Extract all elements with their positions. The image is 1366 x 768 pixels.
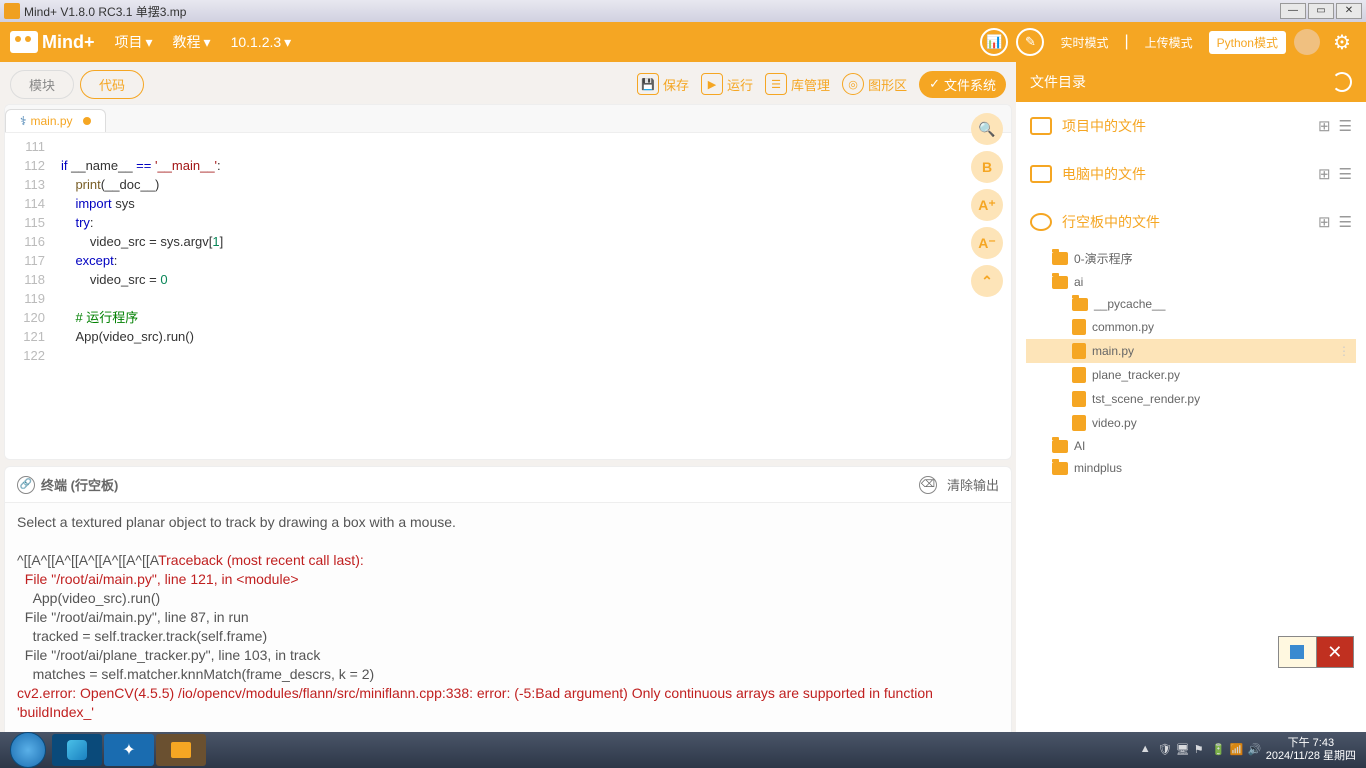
tree-file[interactable]: tst_scene_render.py [1026,387,1356,411]
refresh-icon[interactable] [1332,72,1352,92]
tray-icon[interactable]: 🛡 [1158,743,1172,757]
eraser-icon: ⌫ [919,476,937,494]
window-titlebar: Mind+ V1.8.0 RC3.1 单摆3.mp — ▭ ✕ [0,0,1366,22]
monitor-icon [1030,165,1052,183]
menu-icon[interactable]: ☰ [1339,165,1352,183]
app-icon [4,3,20,19]
tree-file[interactable]: video.py [1026,411,1356,435]
folder-icon [1052,276,1068,289]
code-body[interactable]: if __name__ == '__main__': print(__doc__… [53,133,1011,459]
tray-icon[interactable]: ▲ [1140,743,1154,757]
bold-icon[interactable]: B [971,151,1003,183]
tray-icon[interactable]: 📶 [1230,743,1244,757]
toolbar: 模块 代码 💾保存 ▶运行 ☰库管理 ◎图形区 ✓ 文件系统 [4,66,1012,102]
taskbar-edge[interactable] [52,734,102,766]
dashboard-icon[interactable]: 📊 [980,28,1008,56]
tree-folder[interactable]: 0-演示程序 [1026,246,1356,271]
terminal-title: 终端 (行空板) [41,475,118,494]
file-icon [1072,415,1086,431]
menu-project[interactable]: 项目 ▾ [115,32,153,52]
tree-folder[interactable]: __pycache__ [1026,293,1356,315]
library-icon: ☰ [765,73,787,95]
tray-icon[interactable]: ⚑ [1194,743,1208,757]
folder-icon [1052,252,1068,265]
logo: Mind+ [10,31,95,53]
tray-icon[interactable]: 🔊 [1248,743,1262,757]
save-button[interactable]: 💾保存 [637,73,689,95]
add-icon[interactable]: ⊞ [1318,117,1331,135]
edit-icon[interactable]: ✎ [1016,28,1044,56]
line-gutter: 111 112 113 114 115 116 117 118 119 120 … [5,133,53,459]
tray-icon[interactable]: 🔋 [1212,743,1226,757]
menu-tutorial[interactable]: 教程 ▾ [173,32,211,52]
link-icon: 🔗 [17,476,35,494]
collapse-icon[interactable]: ⌃ [971,265,1003,297]
add-icon[interactable]: ⊞ [1318,165,1331,183]
more-icon: ⋮ [1338,344,1350,358]
search-icon[interactable]: 🔍 [971,113,1003,145]
gear-icon[interactable]: ⚙ [1328,28,1356,56]
minimize-button[interactable]: — [1280,3,1306,19]
section-board-files[interactable]: 行空板中的文件 ⊞☰ [1016,198,1366,246]
play-icon: ▶ [701,73,723,95]
tree-folder[interactable]: ai [1026,271,1356,293]
folder-icon [1052,440,1068,453]
graphics-button[interactable]: ◎图形区 [842,73,907,95]
tab-block[interactable]: 模块 [10,70,74,99]
terminal: 🔗 终端 (行空板) ⌫ 清除输出 Select a textured plan… [4,466,1012,758]
tab-code[interactable]: 代码 [80,70,144,99]
file-icon [1072,343,1086,359]
tree-folder[interactable]: mindplus [1026,457,1356,479]
taskbar-app1[interactable]: ✦ [104,734,154,766]
tree-file[interactable]: common.py [1026,315,1356,339]
clear-output-button[interactable]: ⌫ 清除输出 [919,475,999,494]
font-increase-icon[interactable]: A⁺ [971,189,1003,221]
menu-ip[interactable]: 10.1.2.3 ▾ [231,34,292,51]
file-box-icon [1030,117,1052,135]
folder-icon [1052,462,1068,475]
run-button[interactable]: ▶运行 [701,73,753,95]
logo-icon [10,31,38,53]
close-button[interactable]: ✕ [1336,3,1362,19]
popup-close-button[interactable]: ✕ [1317,637,1354,667]
tree-folder[interactable]: AI [1026,435,1356,457]
tree-file[interactable]: plane_tracker.py [1026,363,1356,387]
add-icon[interactable]: ⊞ [1318,213,1331,231]
modified-dot-icon [83,117,91,125]
tree-file[interactable]: main.py⋮ [1026,339,1356,363]
terminal-output[interactable]: Select a textured planar object to track… [5,503,1011,757]
section-pc-files[interactable]: 电脑中的文件 ⊞☰ [1016,150,1366,198]
python-icon: ⚕ [20,114,27,128]
window-title: Mind+ V1.8.0 RC3.1 单摆3.mp [24,3,186,20]
menu-icon[interactable]: ☰ [1339,117,1352,135]
maximize-button[interactable]: ▭ [1308,3,1334,19]
panel-title: 文件目录 [1030,72,1086,92]
file-icon [1072,319,1086,335]
menu-icon[interactable]: ☰ [1339,213,1352,231]
font-decrease-icon[interactable]: A⁻ [971,227,1003,259]
library-button[interactable]: ☰库管理 [765,73,830,95]
file-tab-main[interactable]: ⚕ main.py [5,109,106,132]
mode-python[interactable]: Python模式 [1209,31,1286,54]
file-icon [1072,391,1086,407]
tray-icon[interactable]: 🖥 [1176,743,1190,757]
taskbar-clock[interactable]: 下午 7:43 2024/11/28 星期四 [1266,737,1356,763]
topbar: Mind+ 项目 ▾ 教程 ▾ 10.1.2.3 ▾ 📊 ✎ 实时模式 | 上传… [0,22,1366,62]
popup-icon[interactable] [1279,637,1317,667]
mode-upload[interactable]: 上传模式 [1137,31,1201,54]
save-icon: 💾 [637,73,659,95]
notification-popup: ✕ [1278,636,1354,668]
avatar[interactable] [1294,29,1320,55]
target-icon: ◎ [842,73,864,95]
file-icon [1072,367,1086,383]
board-icon [1030,213,1052,231]
taskbar: ✦ ▲ 🛡 🖥 ⚑ 🔋 📶 🔊 下午 7:43 2024/11/28 星期四 [0,732,1366,768]
taskbar-mindplus[interactable] [156,734,206,766]
filesystem-button[interactable]: ✓ 文件系统 [919,71,1006,98]
start-button[interactable] [10,732,46,768]
mode-realtime[interactable]: 实时模式 [1052,31,1116,54]
editor: ⚕ main.py 111 112 113 114 115 116 117 11… [4,104,1012,460]
folder-icon [1072,298,1088,311]
section-project-files[interactable]: 项目中的文件 ⊞☰ [1016,102,1366,150]
